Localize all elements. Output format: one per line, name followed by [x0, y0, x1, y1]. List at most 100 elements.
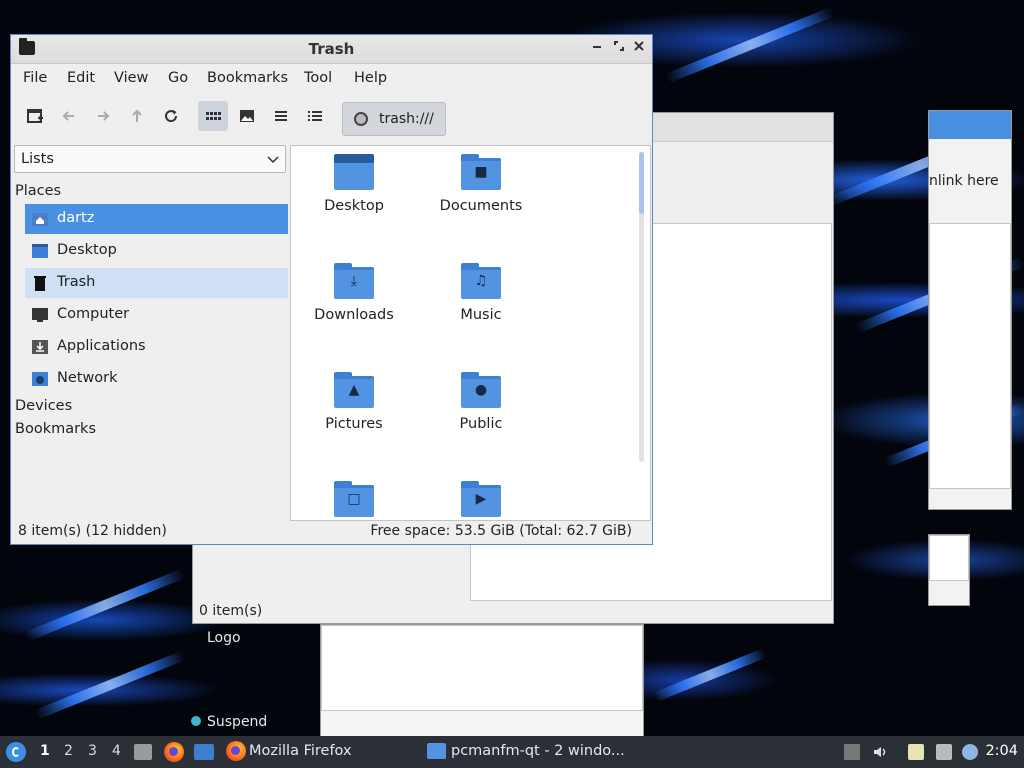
desktop-launcher-icon[interactable]	[194, 744, 214, 760]
up-button[interactable]	[122, 101, 152, 131]
menu-edit[interactable]: Edit	[67, 70, 95, 86]
arrow-right-icon	[98, 111, 110, 121]
place-dartz[interactable]: dartz	[25, 204, 288, 234]
task-label: Mozilla Firefox	[249, 743, 352, 759]
task-pcmanfm[interactable]: pcmanfm-qt - 2 windo...	[427, 741, 627, 763]
workspace-4[interactable]: 4	[112, 743, 121, 759]
grid-view-icon	[206, 112, 221, 120]
new-tab-button[interactable]	[20, 101, 50, 131]
trash-location-icon	[354, 112, 368, 126]
file-label: Pictures	[325, 416, 383, 432]
menu-tool[interactable]: Tool	[304, 70, 332, 86]
place-network[interactable]: Network	[25, 364, 288, 394]
icon-view-button[interactable]	[198, 101, 228, 131]
file-item[interactable]: ⤓ Downloads	[299, 263, 409, 323]
templates-folder-icon: □	[334, 481, 374, 517]
path-text: trash:///	[379, 111, 434, 127]
path-button[interactable]: trash:///	[342, 102, 446, 136]
item-count: 8 item(s) (12 hidden)	[18, 523, 167, 539]
background-lower-window	[320, 624, 644, 738]
place-label: Applications	[57, 338, 146, 354]
workspace-3[interactable]: 3	[88, 743, 97, 759]
file-label: Documents	[439, 198, 523, 214]
new-tab-icon	[27, 109, 43, 123]
documents-folder-icon: ■	[461, 154, 501, 190]
background-link-text: nlink here	[929, 173, 999, 189]
side-pane-mode-value: Lists	[21, 151, 54, 167]
free-space: Free space: 53.5 GiB (Total: 62.7 GiB)	[370, 523, 632, 539]
back-button[interactable]	[54, 101, 84, 131]
menu-help[interactable]: Help	[354, 70, 387, 86]
workspace-2[interactable]: 2	[64, 743, 73, 759]
place-label: Computer	[57, 306, 130, 322]
task-firefox[interactable]: Mozilla Firefox	[226, 741, 416, 763]
compact-view-button[interactable]	[266, 101, 296, 131]
music-folder-icon: ♫	[461, 263, 501, 299]
scrollbar-thumb[interactable]	[639, 152, 644, 214]
firefox-launcher-icon[interactable]	[164, 742, 184, 762]
workspace-1[interactable]: 1	[40, 743, 50, 759]
chevron-down-icon	[267, 149, 279, 173]
taskbar: 1 2 3 4 Mozilla Firefox pcmanfm-qt - 2 w…	[0, 736, 1024, 768]
close-button[interactable]	[631, 40, 647, 56]
detailed-view-button[interactable]	[300, 101, 330, 131]
public-folder-icon: ●	[461, 372, 501, 408]
status-bar: 8 item(s) (12 hidden) Free space: 53.5 G…	[11, 520, 652, 544]
menu-bookmarks[interactable]: Bookmarks	[207, 70, 288, 86]
maximize-button[interactable]	[611, 40, 627, 56]
bookmarks-heading[interactable]: Bookmarks	[15, 421, 96, 437]
place-computer[interactable]: Computer	[25, 300, 288, 330]
network-tray-icon[interactable]	[936, 744, 952, 760]
trash-window: Trash File Edit View Go Bookmarks Tool H…	[10, 34, 653, 545]
file-item[interactable]: □	[299, 481, 409, 520]
file-item[interactable]: ▲ Pictures	[299, 372, 409, 432]
file-view[interactable]: Desktop ■ Documents ⤓ Downloads ♫ Music …	[290, 145, 651, 521]
app-menu-icon[interactable]	[6, 742, 26, 762]
file-label: Music	[460, 307, 502, 323]
close-icon	[634, 41, 644, 51]
devices-heading[interactable]: Devices	[15, 398, 72, 414]
place-label: Trash	[57, 274, 96, 290]
logout-label[interactable]: Logo	[207, 630, 241, 646]
updates-icon[interactable]	[844, 744, 860, 760]
menu-view[interactable]: View	[114, 70, 148, 86]
minimize-icon	[593, 46, 601, 48]
file-item[interactable]: ♫ Music	[426, 263, 536, 323]
suspend-label[interactable]: Suspend	[207, 714, 267, 730]
place-label: Desktop	[57, 242, 117, 258]
file-item[interactable]: ▶	[426, 481, 536, 520]
background-dialog-window: nlink here	[928, 110, 1012, 510]
places-heading[interactable]: Places	[15, 183, 61, 199]
forward-button[interactable]	[88, 101, 118, 131]
menu-file[interactable]: File	[23, 70, 47, 86]
minimize-button[interactable]	[589, 40, 605, 56]
home-icon	[32, 213, 48, 226]
title-bar[interactable]: Trash	[11, 35, 652, 64]
menu-go[interactable]: Go	[168, 70, 188, 86]
place-applications[interactable]: Applications	[25, 332, 288, 362]
window-title: Trash	[308, 40, 355, 58]
reload-icon	[165, 110, 178, 123]
place-desktop[interactable]: Desktop	[25, 236, 288, 266]
applications-icon	[32, 340, 48, 354]
arrow-up-icon	[132, 109, 142, 122]
reload-button[interactable]	[156, 101, 186, 131]
place-label: dartz	[57, 210, 95, 226]
task-label: pcmanfm-qt - 2 windo...	[451, 743, 625, 759]
file-item[interactable]: ● Public	[426, 372, 536, 432]
vertical-scrollbar[interactable]	[639, 152, 644, 462]
notification-icon[interactable]	[962, 744, 978, 760]
file-manager-launcher-icon[interactable]	[134, 744, 152, 760]
image-icon	[240, 110, 254, 122]
clipboard-icon[interactable]	[908, 744, 924, 760]
pictures-folder-icon: ▲	[334, 372, 374, 408]
file-item[interactable]: ■ Documents	[426, 154, 536, 214]
thumbnail-view-button[interactable]	[232, 101, 262, 131]
downloads-folder-icon: ⤓	[334, 263, 374, 299]
computer-icon	[32, 308, 48, 322]
side-pane-mode-select[interactable]: Lists	[14, 145, 286, 173]
file-item[interactable]: Desktop	[299, 154, 409, 214]
volume-icon[interactable]	[872, 744, 888, 760]
place-trash[interactable]: Trash	[25, 268, 288, 298]
clock[interactable]: 2:04	[985, 743, 1018, 759]
